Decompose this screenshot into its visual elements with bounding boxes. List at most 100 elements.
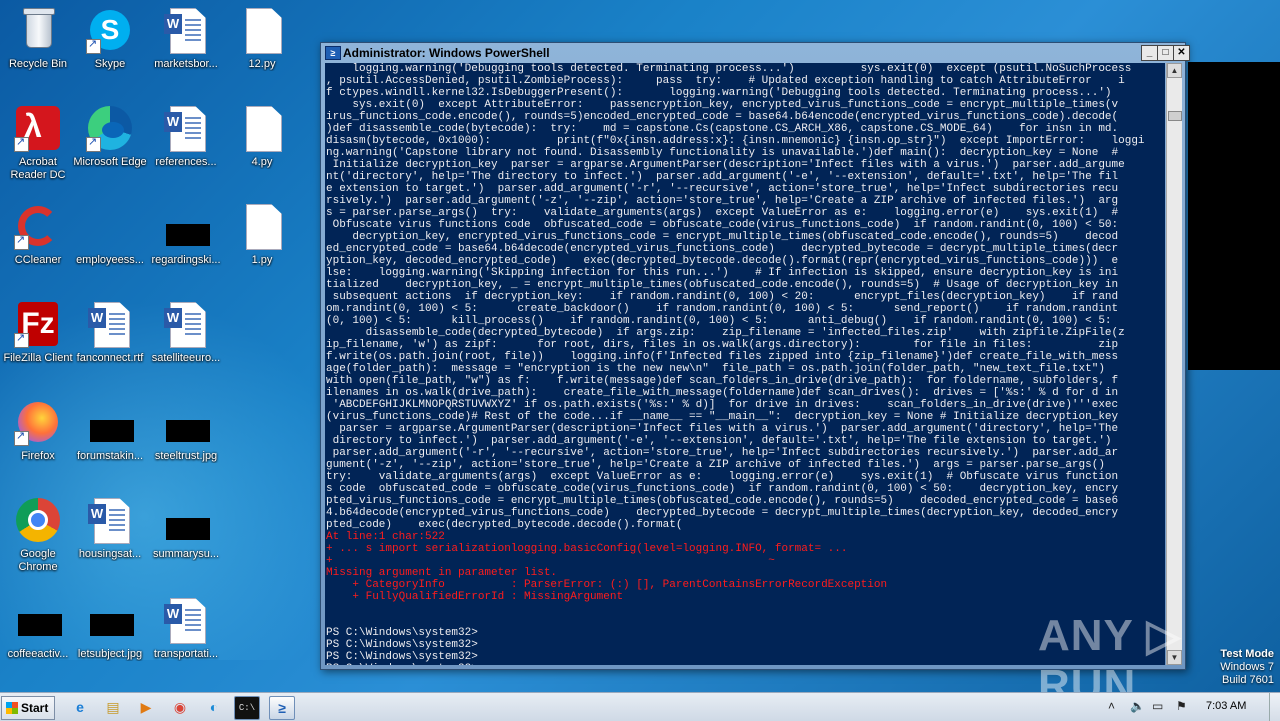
console-line: (0, 100) < 5: kill_process() if random.r… <box>326 315 1112 327</box>
desktop-icon-marketsbor[interactable]: W marketsbor... <box>148 6 224 71</box>
desktop-icon-fanconnect[interactable]: W fanconnect.rtf <box>72 300 148 365</box>
desktop-icon-label: 4.py <box>251 156 273 168</box>
word-doc-icon: W <box>162 300 210 348</box>
powershell-icon: ≥ <box>325 46 341 60</box>
network-icon[interactable]: ▭ <box>1152 699 1163 713</box>
black-thumb-icon <box>86 596 134 644</box>
chevron-up-icon[interactable]: ˄ <box>1108 699 1115 713</box>
desktop-icon-label: FileZilla Client <box>3 352 73 364</box>
cmd-icon[interactable]: C:\ <box>234 696 260 720</box>
chrome-icon[interactable]: ◉ <box>168 696 192 718</box>
file-icon <box>238 104 286 152</box>
console-line: disassemble_code(decrypted_bytecode) if … <box>326 327 1125 339</box>
desktop-icon-4py[interactable]: 4.py <box>224 104 300 169</box>
maximize-button[interactable]: □ <box>1157 45 1174 61</box>
console-output[interactable]: logging.warning('Debugging tools detecte… <box>325 63 1165 665</box>
file-icon <box>238 202 286 250</box>
volume-icon[interactable]: 🔈 <box>1130 699 1145 713</box>
close-button[interactable]: ✕ <box>1173 45 1190 61</box>
desktop-icon-references[interactable]: W references... <box>148 104 224 169</box>
background-window <box>1188 62 1280 370</box>
window-titlebar[interactable]: ≥ Administrator: Windows PowerShell _ □ … <box>321 43 1190 62</box>
desktop-icon-ccleaner[interactable]: CCleaner <box>0 202 76 267</box>
start-button[interactable]: Start <box>1 696 55 720</box>
file-icon <box>238 6 286 54</box>
console-line: pted_code) exec(decrypted_bytecode.decod… <box>326 519 683 531</box>
desktop-icon-label: references... <box>155 156 217 168</box>
console-line: Obfuscate virus functions code obfuscate… <box>326 219 1119 231</box>
console-line: ng.warning('Capstone library not found. … <box>326 147 1119 159</box>
console-line: pted_virus_functions_code = encrypt_mult… <box>326 495 1119 507</box>
minimize-button[interactable]: _ <box>1141 45 1158 61</box>
console-line: om.randint(0, 100) < 5: create_backdoor(… <box>326 303 1119 315</box>
scroll-up-button[interactable]: ▲ <box>1167 63 1182 78</box>
desktop-icon-steeltrust[interactable]: steeltrust.jpg <box>148 398 224 463</box>
desktop-icon-transportati[interactable]: W transportati... <box>148 596 224 661</box>
internet-explorer-icon[interactable]: e <box>68 696 92 718</box>
powershell-icon[interactable]: ≥ <box>269 696 295 720</box>
console-error-line: + ~ <box>326 555 775 567</box>
desktop-icon-firefox[interactable]: Firefox <box>0 398 76 463</box>
word-doc-icon: W <box>162 6 210 54</box>
desktop-icon-recycle-bin[interactable]: Recycle Bin <box>0 6 76 71</box>
edge-icon[interactable]: ◐ <box>202 696 226 718</box>
desktop-icon-edge[interactable]: Microsoft Edge <box>72 104 148 169</box>
console-line: directory to infect.') parser.add_argume… <box>326 435 1112 447</box>
media-player-icon[interactable]: ▶ <box>134 696 158 718</box>
console-line: logging.warning('Debugging tools detecte… <box>326 63 1132 75</box>
desktop-icon-label: regardingski... <box>151 254 221 266</box>
desktop-icon-label: Google Chrome <box>18 548 58 573</box>
acrobat-icon: λ <box>14 104 62 152</box>
console-error-line: + FullyQualifiedErrorId : MissingArgumen… <box>326 591 624 603</box>
console-line: try: validate_arguments(args) except Val… <box>326 471 1119 483</box>
console-line: lse: logging.warning('Skipping infection… <box>326 267 1119 279</box>
console-line: 'ABCDEFGHIJKLMNOPQRSTUVWXYZ' if os.path.… <box>326 399 1119 411</box>
word-doc-icon: W <box>162 104 210 152</box>
desktop-icon-label: summarysu... <box>152 548 219 560</box>
console-line: nt('directory', help='The directory to i… <box>326 171 1119 183</box>
console-line: ip_filename, 'w') as zipf: for root, dir… <box>326 339 1119 351</box>
explorer-folder-icon[interactable]: ▤ <box>101 696 125 718</box>
desktop-icon-employeess[interactable]: employeess... <box>72 202 148 267</box>
console-line: ilenames in os.walk(drive_path): create_… <box>326 387 1119 399</box>
firefox-icon <box>14 398 62 446</box>
clock[interactable]: 7:03 AM <box>1206 700 1246 712</box>
console-line: irus_functions_code.encode(), rounds=5)e… <box>326 111 1119 123</box>
word-doc-icon: W <box>86 496 134 544</box>
desktop-icon-label: 1.py <box>251 254 273 266</box>
console-line: s = parser.parse_args() try: validate_ar… <box>326 207 1119 219</box>
scroll-thumb[interactable] <box>1168 111 1182 121</box>
console-line: sys.exit(0) except AttributeError: passe… <box>326 99 1119 111</box>
desktop-icon-summarysu[interactable]: summarysu... <box>148 496 224 561</box>
desktop-icon-label: Recycle Bin <box>8 58 68 70</box>
console-error-line: + ... s import serializationlogging.basi… <box>326 543 848 555</box>
desktop-icon-skype[interactable]: S Skype <box>72 6 148 71</box>
desktop-icon-housingsat[interactable]: W housingsat... <box>72 496 148 561</box>
console-line: parser.add_argument('-r', '--recursive',… <box>326 447 1119 459</box>
desktop-icon-1py[interactable]: 1.py <box>224 202 300 267</box>
vertical-scrollbar[interactable]: ▲ ▼ <box>1166 63 1182 665</box>
black-thumb-icon <box>162 202 210 250</box>
desktop-icon-chrome[interactable]: Google Chrome <box>0 496 76 574</box>
chrome-icon <box>14 496 62 544</box>
flag-icon[interactable]: ⚑ <box>1176 699 1187 713</box>
desktop-icon-12py[interactable]: 12.py <box>224 6 300 71</box>
desktop-icon-forumstakin[interactable]: forumstakin... <box>72 398 148 463</box>
powershell-window[interactable]: ≥ Administrator: Windows PowerShell _ □ … <box>320 42 1190 670</box>
desktop-icon-letsubject[interactable]: letsubject.jpg <box>72 596 148 661</box>
skype-icon: S <box>86 6 134 54</box>
desktop-icon-satelliteeuro[interactable]: W satelliteeuro... <box>148 300 224 365</box>
start-label: Start <box>21 701 49 715</box>
desktop-icon-regardingski[interactable]: regardingski... <box>148 202 224 267</box>
console-line: disasm(bytecode, 0x1000): print(f"0x{ins… <box>326 135 1145 147</box>
os-info: Test Mode Windows 7 Build 7601 <box>1220 648 1274 687</box>
desktop-icon-acrobat[interactable]: λ Acrobat Reader DC <box>0 104 76 182</box>
desktop-icon-label: Firefox <box>21 450 55 462</box>
console-line: subsequent actions if decryption_key: if… <box>326 291 1119 303</box>
desktop-icon-filezilla[interactable]: Fz FileZilla Client <box>0 300 76 365</box>
show-desktop-button[interactable] <box>1269 693 1280 721</box>
desktop-icon-coffeeactiv[interactable]: coffeeactiv... <box>0 596 76 661</box>
console-line: f.write(os.path.join(root, file)) loggin… <box>326 351 1119 363</box>
desktop-icon-label: satelliteeuro... <box>151 352 221 364</box>
console-line: gument('-z', '--zip', action='store_true… <box>326 459 1105 471</box>
